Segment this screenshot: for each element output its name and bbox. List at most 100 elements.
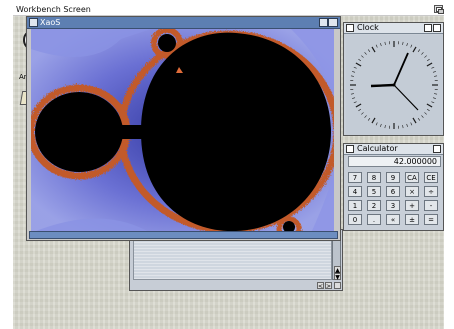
clock-tick (367, 49, 371, 53)
clock-tick (431, 101, 435, 104)
clock-tick (434, 75, 438, 77)
clock-tick (364, 52, 367, 55)
xaos-titlebar[interactable]: XaoS (27, 17, 340, 29)
clock-tick (426, 108, 430, 112)
clock-tick (358, 58, 362, 62)
clock-tick (380, 43, 382, 47)
clock-tick (364, 115, 367, 118)
calc-key[interactable]: 4 (348, 186, 362, 197)
screen-depth-gadget-icon[interactable] (434, 5, 444, 14)
clock-tick (350, 75, 354, 77)
fractal-view[interactable] (31, 29, 334, 233)
clock-tick (352, 71, 356, 73)
calc-key[interactable]: 2 (367, 200, 381, 211)
clock-tick (412, 46, 417, 53)
clock-title: Clock (357, 23, 379, 32)
clock-tick (426, 58, 430, 62)
scroll-right-icon[interactable]: > (325, 282, 332, 290)
clock-tick (421, 52, 424, 55)
calc-key[interactable]: . (367, 214, 381, 225)
depth-icon[interactable] (328, 18, 338, 27)
clock-tick (361, 55, 364, 58)
scroll-down-icon[interactable]: ▼ (334, 273, 341, 281)
calc-key[interactable]: « (386, 214, 400, 225)
clock-tick (402, 41, 404, 45)
clock-tick (424, 112, 427, 115)
workbench-screen: Workbench Screen Ar ▲ ▼ < > XaoS Clock C… (0, 0, 454, 329)
calc-key[interactable]: = (424, 214, 438, 225)
clock-tick (432, 97, 436, 99)
clock-titlebar[interactable]: Clock (344, 23, 443, 34)
clock-tick (410, 44, 413, 48)
calculator-title: Calculator (357, 144, 398, 153)
scroll-up-icon[interactable]: ▲ (334, 266, 341, 274)
clock-tick (361, 112, 364, 115)
clock-tick (410, 122, 413, 126)
clock-tick (375, 44, 378, 48)
clock-tick (352, 97, 356, 99)
scroll-left-icon[interactable]: < (317, 282, 324, 290)
calculator-titlebar[interactable]: Calculator (344, 144, 443, 155)
depth-icon[interactable] (433, 145, 441, 153)
clock-tick (432, 71, 436, 73)
clock-tick (417, 49, 421, 53)
resize-gadget-icon[interactable] (334, 282, 341, 289)
hour-hand (370, 83, 395, 88)
clock-tick (426, 62, 433, 67)
clock-tick (421, 115, 424, 118)
clock-tick (402, 125, 404, 129)
clock-tick (355, 62, 362, 67)
minute-hand (393, 52, 409, 86)
calc-key[interactable]: 8 (367, 172, 381, 183)
calculator-window: Calculator 42.000000 7 8 9 CA CE 4 5 6 × ÷ 1 2 3 + - 0.… (343, 143, 444, 231)
clock-tick (426, 103, 433, 108)
zoom-icon[interactable] (319, 18, 328, 27)
clock-tick (371, 117, 376, 124)
clock-tick (350, 93, 354, 95)
xaos-title: XaoS (40, 18, 61, 27)
calc-key[interactable]: 0 (348, 214, 362, 225)
clock-tick (358, 108, 362, 112)
calculator-display: 42.000000 (348, 156, 441, 167)
clock-tick (355, 103, 362, 108)
second-hand (393, 84, 419, 111)
calc-key[interactable]: - (424, 200, 438, 211)
calc-key[interactable]: 5 (367, 186, 381, 197)
clock-tick (412, 117, 417, 124)
clock-tick (353, 66, 357, 69)
calc-key[interactable]: 1 (348, 200, 362, 211)
clock-tick (384, 125, 386, 129)
clock-tick (367, 117, 371, 121)
horizontal-scrollbar[interactable] (29, 231, 338, 239)
close-icon[interactable] (29, 18, 38, 27)
clock-tick (406, 123, 408, 127)
calc-key[interactable]: 6 (386, 186, 400, 197)
xaos-window: XaoS (26, 16, 341, 241)
screen-title: Workbench Screen (16, 5, 91, 14)
clock-face (346, 35, 442, 135)
calc-key[interactable]: 9 (386, 172, 400, 183)
calc-key[interactable]: ± (405, 214, 419, 225)
calc-key[interactable]: 7 (348, 172, 362, 183)
calc-key[interactable]: CE (424, 172, 438, 183)
clock-tick (424, 55, 427, 58)
close-icon[interactable] (346, 145, 354, 153)
calc-key[interactable]: 3 (386, 200, 400, 211)
analog-clock (350, 41, 438, 129)
calc-key[interactable]: CA (405, 172, 419, 183)
clock-window: Clock (343, 22, 444, 136)
calc-key[interactable]: ÷ (424, 186, 438, 197)
calc-key[interactable]: + (405, 200, 419, 211)
clock-tick (417, 117, 421, 121)
clock-tick (371, 46, 376, 53)
calc-key[interactable]: × (405, 186, 419, 197)
screen-titlebar: Workbench Screen (13, 4, 444, 16)
depth-icon[interactable] (433, 24, 441, 32)
clock-tick (431, 66, 435, 69)
clock-tick (384, 41, 386, 45)
zoom-icon[interactable] (424, 24, 432, 32)
close-icon[interactable] (346, 24, 354, 32)
mandelbrot-image (31, 29, 334, 233)
clock-tick (406, 43, 408, 47)
clock-tick (375, 122, 378, 126)
